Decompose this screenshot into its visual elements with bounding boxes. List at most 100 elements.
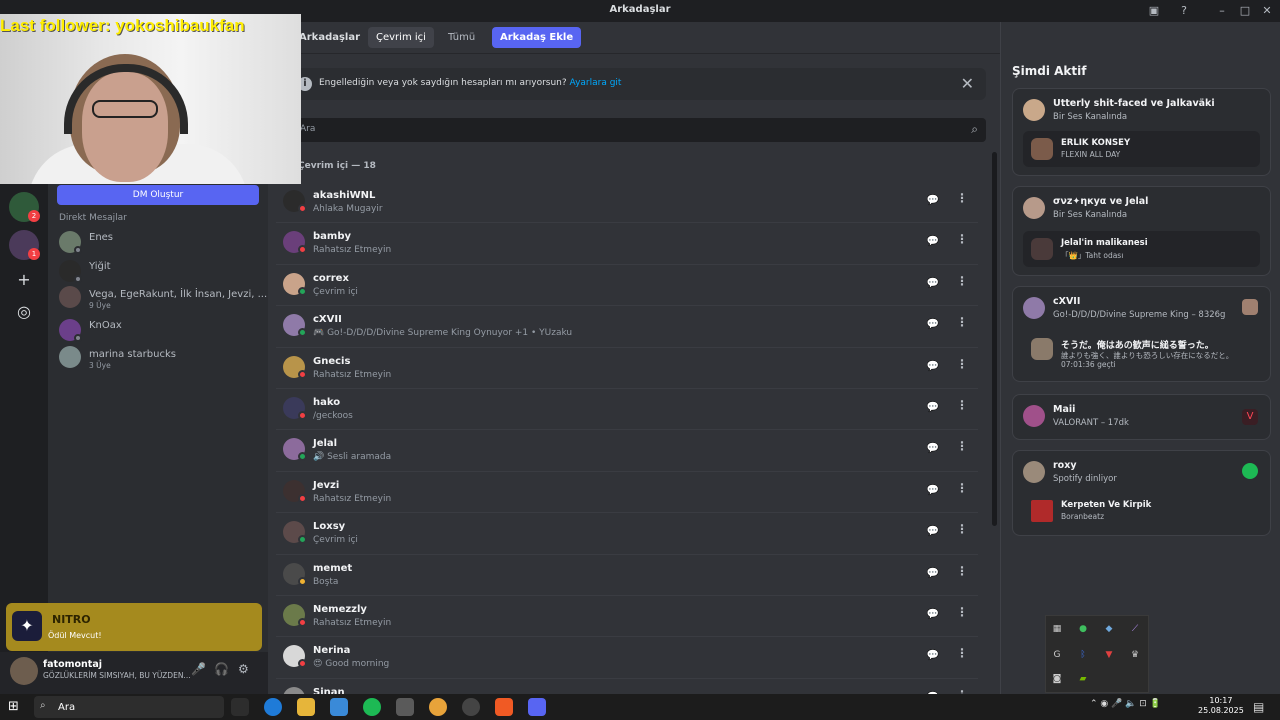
tray-app-icon[interactable]: ▦ bbox=[1052, 624, 1062, 634]
friend-row[interactable]: Jevzi Rahatsız Etmeyin 💬 ⋮ bbox=[276, 472, 978, 514]
discover-icon[interactable]: ◎ bbox=[9, 296, 39, 326]
obs-icon[interactable] bbox=[462, 698, 480, 716]
file-explorer-icon[interactable] bbox=[297, 698, 315, 716]
voice-channel-card[interactable]: ERLIK KONSEY FLEXIN ALL DAY bbox=[1023, 131, 1260, 167]
message-icon[interactable]: 💬 bbox=[924, 192, 942, 210]
windows-start-icon[interactable]: ⊞ bbox=[8, 699, 24, 715]
discord-tray-icon[interactable]: ◙ bbox=[1052, 674, 1062, 684]
settings-gear-icon[interactable]: ⚙ bbox=[238, 662, 249, 676]
brave-icon[interactable] bbox=[495, 698, 513, 716]
microphone-icon[interactable]: 🎤 bbox=[191, 662, 206, 676]
add-friend-button[interactable]: Arkadaş Ekle bbox=[492, 27, 582, 48]
friend-row[interactable]: Sinan💬⋮ bbox=[276, 679, 978, 694]
spotify-icon[interactable] bbox=[363, 698, 381, 716]
dm-item[interactable]: Enes bbox=[57, 229, 262, 255]
friend-row[interactable]: bamby Rahatsız Etmeyin 💬 ⋮ bbox=[276, 223, 978, 265]
message-icon[interactable]: 💬 bbox=[924, 233, 942, 251]
notification-icon[interactable]: ▤ bbox=[1253, 700, 1264, 714]
tab-all[interactable]: Tümü bbox=[440, 27, 483, 48]
more-options-icon[interactable]: ⋮ bbox=[956, 481, 968, 495]
nvidia-icon[interactable]: ▰ bbox=[1078, 674, 1088, 684]
more-options-icon[interactable]: ⋮ bbox=[956, 398, 968, 412]
bluetooth-icon[interactable]: ᛒ bbox=[1078, 650, 1088, 660]
friend-row[interactable]: correx Çevrim içi 💬 ⋮ bbox=[276, 265, 978, 307]
more-options-icon[interactable]: ⋮ bbox=[956, 274, 968, 288]
dm-item[interactable]: Yiğit bbox=[57, 258, 262, 284]
close-button[interactable]: ✕ bbox=[1259, 3, 1275, 19]
status-dot bbox=[298, 452, 307, 462]
track-card[interactable]: Kerpeten Ve Kirpik Boranbeatz bbox=[1023, 493, 1260, 529]
tab-friends[interactable]: Arkadaşlar bbox=[291, 27, 368, 48]
message-icon[interactable]: 💬 bbox=[924, 565, 942, 583]
dm-item[interactable]: marina starbucks 3 Üye bbox=[57, 344, 262, 370]
message-icon[interactable]: 💬 bbox=[924, 316, 942, 334]
friend-row[interactable]: hako/geckoos 💬 ⋮ bbox=[276, 389, 978, 431]
tray-app-icon[interactable]: G bbox=[1052, 650, 1062, 660]
voice-channel-card[interactable]: Jelal'in malikanesi 「👑」Taht odası bbox=[1023, 231, 1260, 267]
message-icon[interactable]: 💬 bbox=[924, 647, 942, 665]
system-tray[interactable]: ⌃ ◉ 🎤 🔈 ⊡ 🔋 bbox=[1090, 699, 1161, 709]
tab-online[interactable]: Çevrim içi bbox=[368, 27, 434, 48]
friend-row[interactable]: cXVII 🎮 Go!-D/D/D/Divine Supreme King Oyn… bbox=[276, 306, 978, 348]
settings-link[interactable]: Ayarlara git bbox=[570, 78, 622, 88]
friend-row[interactable]: Nemezzly Rahatsız Etmeyin 💬 ⋮ bbox=[276, 596, 978, 638]
more-options-icon[interactable]: ⋮ bbox=[956, 522, 968, 536]
calculator-icon[interactable] bbox=[396, 698, 414, 716]
search-input[interactable]: Ara ⌕ bbox=[292, 118, 986, 142]
message-icon[interactable]: 💬 bbox=[924, 482, 942, 500]
friend-row[interactable]: Jelal 🔊 Sesli aramada 💬 ⋮ bbox=[276, 430, 978, 472]
add-server-icon[interactable]: + bbox=[9, 264, 39, 294]
more-options-icon[interactable]: ⋮ bbox=[956, 564, 968, 578]
message-icon[interactable]: 💬 bbox=[924, 440, 942, 458]
nitro-promo[interactable]: ✦ NITRO Ödül Mevcut! bbox=[6, 603, 262, 651]
message-icon[interactable]: 💬 bbox=[924, 606, 942, 624]
activity-card[interactable]: roxy Spotify dinliyor Kerpeten Ve Kirpik… bbox=[1012, 450, 1271, 536]
minimize-button[interactable]: – bbox=[1214, 3, 1230, 19]
scrollbar[interactable] bbox=[992, 152, 997, 526]
more-options-icon[interactable]: ⋮ bbox=[956, 646, 968, 660]
friend-row[interactable]: memet Boşta 💬 ⋮ bbox=[276, 555, 978, 596]
more-options-icon[interactable]: ⋮ bbox=[956, 191, 968, 205]
activity-card[interactable]: Maii VALORANT – 17dk V bbox=[1012, 394, 1271, 440]
discord-icon[interactable] bbox=[528, 698, 546, 716]
chrome-icon[interactable] bbox=[429, 698, 447, 716]
tray-app-icon[interactable]: ▼ bbox=[1104, 650, 1114, 660]
inbox-icon[interactable]: ▣ bbox=[1146, 3, 1162, 19]
friend-row[interactable]: akashiWNL Ahlaka Mugayir 💬 ⋮ bbox=[276, 182, 978, 224]
more-options-icon[interactable]: ⋮ bbox=[956, 439, 968, 453]
message-icon[interactable]: 💬 bbox=[924, 358, 942, 376]
edge-icon[interactable] bbox=[264, 698, 282, 716]
message-icon[interactable]: 💬 bbox=[924, 399, 942, 417]
tray-app-icon[interactable]: ● bbox=[1078, 624, 1088, 634]
friend-name: Jevzi bbox=[313, 479, 340, 491]
maximize-button[interactable]: □ bbox=[1237, 3, 1253, 19]
activity-card[interactable]: Utterly shit-faced ve Jalkaväki Bir Ses … bbox=[1012, 88, 1271, 176]
dm-item[interactable]: KnOax bbox=[57, 317, 262, 343]
clock[interactable]: 10:17 25.08.2025 bbox=[1198, 696, 1244, 716]
create-dm-button[interactable]: DM Oluştur bbox=[57, 185, 259, 205]
friend-row[interactable]: Loxsy Çevrim içi 💬 ⋮ bbox=[276, 513, 978, 555]
taskbar-search[interactable]: ⌕ Ara bbox=[34, 696, 224, 718]
message-icon[interactable]: 💬 bbox=[924, 275, 942, 293]
message-icon[interactable]: 💬 bbox=[924, 523, 942, 541]
rich-presence: そうだ。俺はあの歓声に縋る誓った。 誰よりも強く、誰よりも恐ろしい存在になるだと… bbox=[1023, 331, 1260, 375]
more-options-icon[interactable]: ⋮ bbox=[956, 232, 968, 246]
friend-row[interactable]: Gnecis Rahatsız Etmeyin 💬 ⋮ bbox=[276, 348, 978, 389]
close-icon[interactable]: ✕ bbox=[961, 74, 974, 93]
tray-app-icon[interactable]: ♛ bbox=[1130, 650, 1140, 660]
headphones-icon[interactable]: 🎧 bbox=[214, 662, 229, 676]
tray-app-icon[interactable]: ⟋ bbox=[1130, 624, 1140, 634]
user-avatar[interactable] bbox=[10, 657, 38, 685]
more-options-icon[interactable]: ⋮ bbox=[956, 315, 968, 329]
more-options-icon[interactable]: ⋮ bbox=[956, 357, 968, 371]
friend-row[interactable]: Nerina 😍 Good morning 💬 ⋮ bbox=[276, 637, 978, 679]
more-options-icon[interactable]: ⋮ bbox=[956, 605, 968, 619]
help-icon[interactable]: ? bbox=[1176, 3, 1192, 19]
dm-item[interactable]: Vega, EgeRakunt, İlk İnsan, Jevzi, ... 9… bbox=[57, 284, 267, 310]
activity-card[interactable]: σνz✦ηкуα ve Jelal Bir Ses Kanalında Jela… bbox=[1012, 186, 1271, 276]
store-icon[interactable] bbox=[330, 698, 348, 716]
status-dot bbox=[298, 286, 307, 296]
activity-card[interactable]: cXVII Go!-D/D/D/Divine Supreme King – 83… bbox=[1012, 286, 1271, 382]
steam-icon[interactable]: ◆ bbox=[1104, 624, 1114, 634]
task-view-icon[interactable] bbox=[231, 698, 249, 716]
